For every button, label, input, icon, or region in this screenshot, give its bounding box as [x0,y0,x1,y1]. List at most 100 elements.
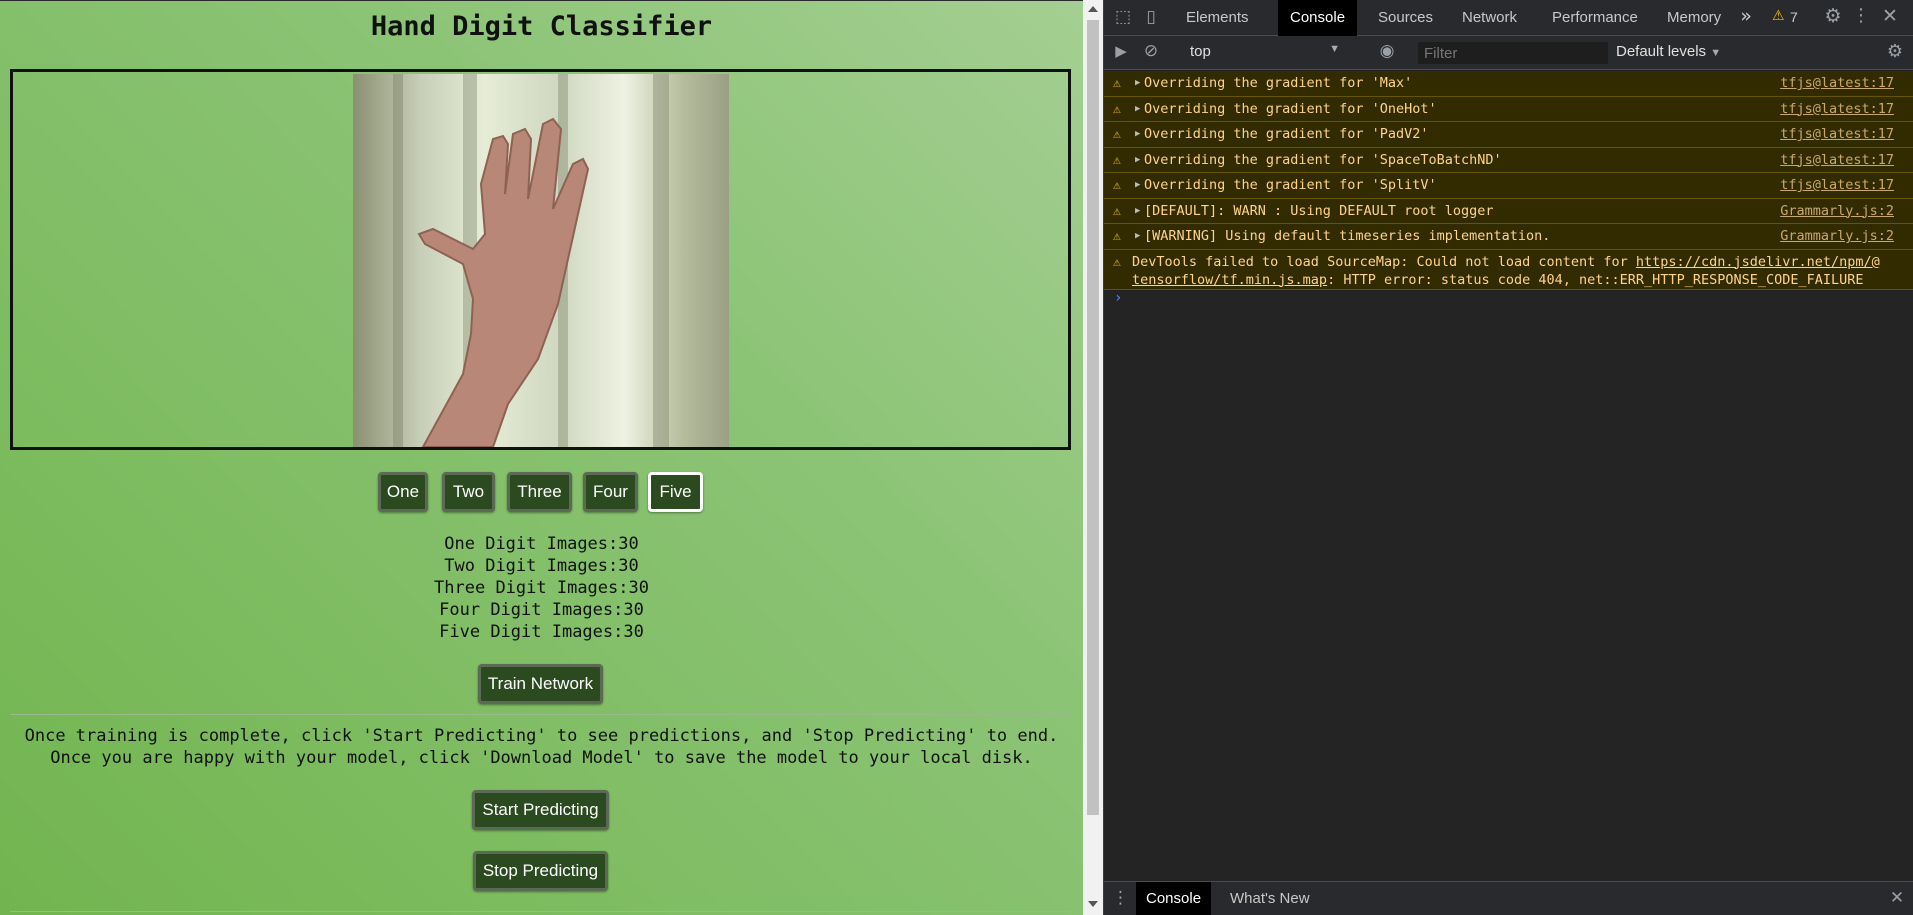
console-toolbar: ▶ ⊘ top ▼ ◉ Default levels ▼ ⚙ [1104,36,1913,70]
scrollbar-thumb[interactable] [1087,20,1099,815]
warning-icon: ⚠ [1113,203,1121,219]
expand-caret-icon[interactable]: ▶ [1135,173,1140,198]
clear-console-icon[interactable]: ⊘ [1140,41,1162,61]
three-count: Three Digit Images:30 [434,578,649,598]
kebab-menu-icon[interactable]: ⋮ [1852,5,1870,26]
console-messages: ⚠ ▶ Overriding the gradient for 'Max' tf… [1104,71,1913,290]
one-button[interactable]: One [378,472,428,512]
warning-icon: ⚠ [1113,127,1121,142]
four-count: Four Digit Images:30 [439,600,644,620]
four-button[interactable]: Four [583,472,638,512]
console-warning-row[interactable]: ⚠ ▶ Overriding the gradient for 'Max' tf… [1104,71,1913,97]
log-levels-select[interactable]: Default levels ▼ [1616,43,1721,60]
sourcemap-url-link-cont[interactable]: tensorflow/tf.min.js.map [1132,272,1327,288]
devtools-panel: ⬚ ▯ Elements Console Sources Network Per… [1103,0,1913,915]
divider-bottom [10,911,1071,912]
three-button[interactable]: Three [507,472,572,512]
log-source-link[interactable]: tfjs@latest:17 [1780,71,1894,96]
sourcemap-url-link[interactable]: https://cdn.jsdelivr.net/npm/@ [1636,254,1880,270]
warning-count[interactable]: 7 [1790,9,1798,25]
warning-icon: ⚠ [1113,254,1121,270]
expand-caret-icon[interactable]: ▶ [1135,199,1140,224]
close-icon[interactable]: ✕ [1880,5,1900,27]
log-message: Overriding the gradient for 'PadV2' [1144,126,1429,142]
warning-icon[interactable]: ⚠ [1772,8,1785,24]
log-source-link[interactable]: tfjs@latest:17 [1780,122,1894,147]
drawer-tab-console[interactable]: Console [1136,882,1212,915]
filter-input[interactable] [1418,42,1608,64]
chevron-down-icon: ▼ [1710,47,1722,59]
devtools-drawer: ⋮ Console What's New ✕ [1104,881,1913,915]
log-source-link[interactable]: tfjs@latest:17 [1780,148,1894,173]
chevron-down-icon: ▼ [1329,43,1340,55]
sourcemap-error-row: ⚠ DevTools failed to load SourceMap: Cou… [1104,249,1913,290]
log-source-link[interactable]: Grammarly.js:2 [1780,224,1894,249]
error-suffix: : HTTP error: status code 404, net::ERR_… [1327,271,1864,288]
two-count: Two Digit Images:30 [444,556,639,576]
video-container [10,69,1071,450]
error-prefix: DevTools failed to load SourceMap: Could… [1132,253,1636,270]
log-levels-value: Default levels [1616,43,1707,60]
tab-sources[interactable]: Sources [1366,0,1445,36]
console-settings-gear-icon[interactable]: ⚙ [1884,41,1906,62]
hand-image [417,117,590,447]
scroll-up-arrow-icon[interactable] [1088,6,1098,12]
warning-icon: ⚠ [1113,229,1121,244]
device-toolbar-icon[interactable]: ▯ [1140,7,1162,27]
more-tabs-icon[interactable]: » [1736,5,1756,27]
page-scrollbar[interactable] [1083,0,1103,915]
expand-caret-icon[interactable]: ▶ [1135,148,1140,173]
sidebar-toggle-icon[interactable]: ▶ [1110,42,1132,60]
drawer-menu-icon[interactable]: ⋮ [1112,888,1129,908]
page-title: Hand Digit Classifier [370,11,713,42]
log-message: Overriding the gradient for 'Max' [1144,75,1413,91]
devtools-tab-bar: ⬚ ▯ Elements Console Sources Network Per… [1104,0,1913,36]
tab-memory[interactable]: Memory [1655,0,1733,36]
tab-network[interactable]: Network [1450,0,1529,36]
drawer-tab-whats-new[interactable]: What's New [1218,882,1322,915]
log-message: Overriding the gradient for 'OneHot' [1144,100,1437,117]
tab-elements[interactable]: Elements [1174,0,1261,36]
console-warning-row[interactable]: ⚠ ▶ Overriding the gradient for 'SplitV'… [1104,173,1913,199]
expand-caret-icon[interactable]: ▶ [1135,224,1140,249]
live-expression-eye-icon[interactable]: ◉ [1376,41,1398,61]
five-button[interactable]: Five [648,472,703,512]
log-message: Overriding the gradient for 'SplitV' [1144,177,1437,193]
expand-caret-icon[interactable]: ▶ [1135,71,1140,96]
warning-icon: ⚠ [1113,76,1121,91]
tab-console[interactable]: Console [1278,0,1358,36]
console-warning-row[interactable]: ⚠ ▶ [WARNING] Using default timeseries i… [1104,224,1913,250]
one-count: One Digit Images:30 [444,534,639,554]
warning-icon: ⚠ [1113,101,1121,117]
sourcemap-error-message: DevTools failed to load SourceMap: Could… [1132,253,1880,289]
console-prompt[interactable]: › [1114,290,1122,306]
log-source-link[interactable]: tfjs@latest:17 [1780,173,1894,198]
instructions-line-1: Once training is complete, click 'Start … [24,726,1059,746]
expand-caret-icon[interactable]: ▶ [1135,97,1140,122]
console-warning-row[interactable]: ⚠ ▶ Overriding the gradient for 'SpaceTo… [1104,147,1913,173]
log-message: [WARNING] Using default timeseries imple… [1144,228,1551,244]
two-button[interactable]: Two [442,472,495,512]
inspect-element-icon[interactable]: ⬚ [1112,7,1134,27]
context-select[interactable]: top ▼ [1190,43,1350,63]
console-warning-row[interactable]: ⚠ ▶ Overriding the gradient for 'PadV2' … [1104,122,1913,148]
log-message: [DEFAULT]: WARN : Using DEFAULT root log… [1144,202,1494,219]
console-warning-row[interactable]: ⚠ ▶ Overriding the gradient for 'OneHot'… [1104,96,1913,122]
stop-predicting-button[interactable]: Stop Predicting [473,851,608,891]
warning-icon: ⚠ [1113,178,1121,193]
log-message: Overriding the gradient for 'SpaceToBatc… [1144,151,1502,168]
webcam-feed [353,74,729,447]
settings-gear-icon[interactable]: ⚙ [1822,5,1844,27]
web-page: Hand Digit Classifier One Two Three Four… [0,0,1083,915]
train-network-button[interactable]: Train Network [478,664,603,704]
divider [10,714,1071,715]
console-warning-row[interactable]: ⚠ ▶ [DEFAULT]: WARN : Using DEFAULT root… [1104,198,1913,224]
instructions-line-2: Once you are happy with your model, clic… [50,748,1033,768]
log-source-link[interactable]: tfjs@latest:17 [1780,97,1894,122]
start-predicting-button[interactable]: Start Predicting [472,790,609,830]
tab-performance[interactable]: Performance [1540,0,1650,36]
log-source-link[interactable]: Grammarly.js:2 [1780,199,1894,224]
expand-caret-icon[interactable]: ▶ [1135,122,1140,147]
close-drawer-icon[interactable]: ✕ [1888,888,1906,908]
scroll-down-arrow-icon[interactable] [1088,901,1098,907]
